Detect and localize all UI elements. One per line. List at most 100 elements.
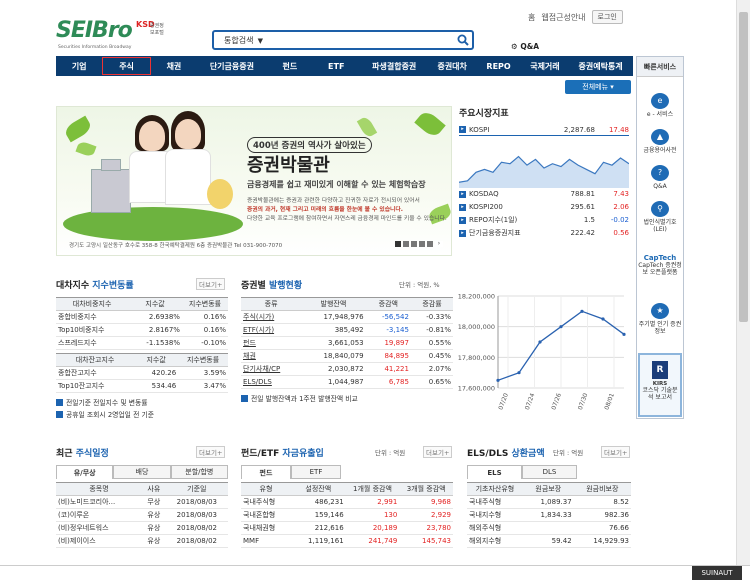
table-row: 펀드 3,661,053 19,897 0.55% — [241, 336, 453, 350]
logo[interactable]: SEIBro KSD 증권정보포털 Securities Information… — [56, 18, 166, 54]
lending-table-ratio: 대차비중지수 지수값 지수변동률 종합비중지수 2.6938% 0.16% Top10비… — [56, 297, 228, 350]
search-icon[interactable] — [454, 32, 472, 48]
table-row: 국내지수형 1,834.33 982.36 — [467, 508, 631, 522]
market-value: 2,287.68 — [563, 125, 595, 134]
pager-dot[interactable] — [395, 241, 401, 247]
search-option-select[interactable]: 통합검색 ▼ — [214, 35, 274, 46]
museum-banner[interactable]: 400년 증권의 역사가 살아있는 증권박물관 금융경제를 쉽고 재미있게 이해… — [56, 106, 452, 256]
table-row[interactable]: (비)노미드코리아... 무상 2018/08/03 — [56, 495, 228, 509]
table-row[interactable]: (코)이루온 유상 2018/08/03 — [56, 508, 228, 522]
pager-dot[interactable] — [403, 241, 409, 247]
market-value: 1.5 — [583, 216, 595, 224]
issuance-table: 종류 발행잔액 증감액 증감률 주식(시가) 17,948,976 -56,542 -0.3… — [241, 297, 453, 389]
quick-item-lei[interactable]: ⚲ 법인식별기호 (LEI) — [637, 201, 683, 233]
nav-item-lending[interactable]: 증권대차 — [429, 56, 475, 76]
accessibility-link[interactable]: 웹접근성안내 — [541, 12, 585, 23]
nav-item-bond[interactable]: 채권 — [151, 56, 197, 76]
cell: -0.10% — [181, 336, 228, 350]
col-header: 원금보장 — [522, 482, 574, 496]
pager-dot[interactable] — [419, 241, 425, 247]
banner-description: 증권박물관에는 증권과 관련한 다양하고 진귀한 자료가 전시되어 있어서 증권… — [247, 197, 451, 224]
login-button[interactable]: 로그인 — [591, 10, 623, 24]
tab-etf[interactable]: ETF — [291, 465, 341, 479]
col-header: 3개월 증감액 — [399, 482, 453, 496]
col-header: 지수변동률 — [178, 353, 228, 367]
vertical-scrollbar[interactable] — [736, 0, 750, 565]
security-link[interactable]: 채권 — [241, 349, 302, 363]
market-row[interactable]: ▸ KOSPI 2,287.68 17.48 — [459, 124, 629, 136]
tab-bonus-rights[interactable]: 유/무상 — [56, 465, 114, 479]
qa-link[interactable]: ⚙ Q&A — [511, 42, 539, 51]
banner-desc-line: 증권박물관에는 증권과 관련한 다양하고 진귀한 자료가 전시되어 있어서 — [247, 198, 420, 204]
market-change: 7.43 — [613, 190, 629, 198]
tab-els[interactable]: ELS — [467, 465, 522, 479]
x-tick-label: 07/24 — [524, 392, 537, 411]
quick-item-captech[interactable]: CapTech CapTech 증권정보 오픈플랫폼 — [637, 255, 683, 277]
schedule-more-button[interactable]: 더보기+ — [196, 446, 226, 458]
pager-dot[interactable] — [411, 241, 417, 247]
stock-schedule-panel: 최근 주식일정 더보기+ 유/무상 배당 분할/합병 종목명 사유 기준일 (비)노… — [56, 446, 228, 548]
nav-item-repo[interactable]: REPO — [475, 56, 521, 76]
lending-table-balance: 대차잔고지수 지수값 지수변동률 종합잔고지수 420.26 3.59% Top10잔고… — [56, 353, 228, 393]
cell: 스프레드지수 — [56, 336, 129, 350]
market-change: 0.56 — [613, 229, 629, 237]
cell: 1,834.33 — [522, 508, 574, 522]
table-row: 국내주식형 1,089.37 8.52 — [467, 495, 631, 509]
security-link[interactable]: 단기사채/CP — [241, 362, 302, 376]
cell: 1,119,161 — [290, 534, 346, 548]
table-row: MMF 1,119,161 241,749 145,743 — [241, 534, 453, 548]
nav-item-stock[interactable]: 주식 — [102, 57, 151, 75]
market-row[interactable]: ▸ KOSDAQ 788.81 7.43 — [459, 188, 629, 200]
nav-item-short-term[interactable]: 단기금융증권 — [197, 56, 267, 76]
lending-more-button[interactable]: 더보기+ — [196, 278, 226, 290]
cell: 유상 — [141, 534, 166, 548]
quick-item-dictionary[interactable]: ▲ 금융용어사전 — [637, 129, 683, 154]
e-service-icon: e — [651, 93, 669, 109]
issuance-title-a: 증권별 — [241, 281, 266, 291]
quick-item-label: 법인식별기호 (LEI) — [643, 219, 677, 233]
nav-item-derivative[interactable]: 파생결합증권 — [359, 56, 429, 76]
pager-next-icon[interactable]: › — [435, 241, 443, 247]
tab-split-merge[interactable]: 분할/합병 — [170, 465, 228, 479]
cell: 2,991 — [345, 495, 400, 509]
nav-item-etf[interactable]: ETF — [313, 56, 359, 76]
cell: 145,743 — [399, 534, 453, 548]
cell: (비)노미드코리아... — [56, 495, 142, 509]
tab-dls[interactable]: DLS — [522, 465, 577, 479]
scrollbar-thumb[interactable] — [739, 12, 748, 322]
market-row[interactable]: ▸ REPO지수(1일) 1.5 -0.02 — [459, 214, 629, 226]
col-header: 대차비중지수 — [56, 297, 129, 311]
security-link[interactable]: 펀드 — [241, 336, 302, 350]
els-more-button[interactable]: 더보기+ — [601, 446, 631, 458]
nav-item-company[interactable]: 기업 — [56, 56, 102, 76]
cell: Top10비중지수 — [56, 323, 129, 337]
els-tabs: ELS DLS — [467, 465, 577, 479]
market-row[interactable]: ▸ KOSPI200 295.61 2.06 — [459, 201, 629, 213]
security-link[interactable]: ETF(시가) — [241, 323, 302, 337]
popular-icon: ★ — [651, 303, 669, 319]
nav-item-international[interactable]: 국제거래 — [522, 56, 568, 76]
table-row[interactable]: (비)정우네트워스 유상 2018/08/02 — [56, 521, 228, 535]
quick-service-panel: 빠른서비스 e e - 서비스 ▲ 금융용어사전 ? Q&A ⚲ 법인식별기호 (LEI… — [636, 56, 684, 419]
nav-item-statistics[interactable]: 증권예탁통계 — [568, 56, 633, 76]
tab-dividend[interactable]: 배당 — [113, 465, 171, 479]
x-tick-label: 07/26 — [550, 392, 563, 411]
all-menu-button[interactable]: 전체메뉴 ▾ — [565, 80, 631, 94]
security-link[interactable]: 주식(시가) — [241, 310, 302, 324]
search-input[interactable] — [274, 35, 454, 45]
market-row[interactable]: ▸ 단기금융증권지표 222.42 0.56 — [459, 227, 629, 239]
kirs-report-link[interactable]: R KIRS 코스닥 기술분석 보고서 — [638, 353, 682, 417]
pager-dot[interactable] — [427, 241, 433, 247]
quick-item-eservice[interactable]: e e - 서비스 — [637, 93, 683, 118]
arrow-icon: ▸ — [459, 216, 466, 224]
logo-ksd-sub: 증권정보포털 — [150, 23, 164, 36]
table-row[interactable]: (비)제이이스 유상 2018/08/02 — [56, 534, 228, 548]
home-link[interactable]: 홈 — [528, 12, 535, 23]
nav-item-fund[interactable]: 펀드 — [267, 56, 313, 76]
data-point — [580, 309, 584, 313]
quick-item-popular[interactable]: ★ 주기별 인기 증권정보 — [637, 303, 683, 335]
fund-more-button[interactable]: 더보기+ — [423, 446, 453, 458]
tab-fund[interactable]: 펀드 — [241, 465, 291, 479]
security-link[interactable]: ELS/DLS — [241, 375, 302, 389]
quick-item-qa[interactable]: ? Q&A — [637, 165, 683, 190]
